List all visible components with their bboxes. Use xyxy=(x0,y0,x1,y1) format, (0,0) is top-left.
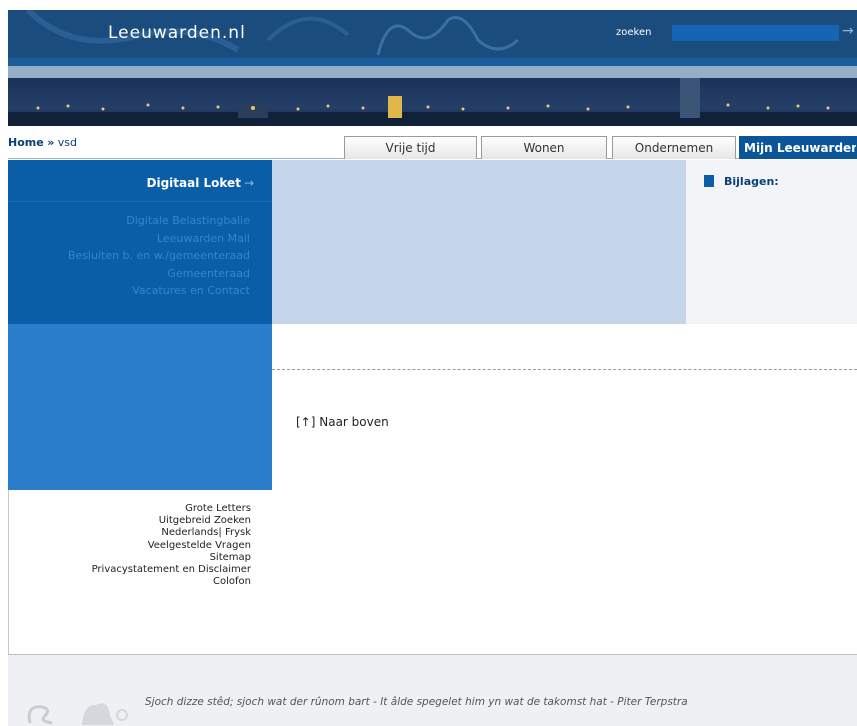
link-gemeenteraad[interactable]: Gemeenteraad xyxy=(68,265,250,283)
footer-quote: Sjoch dizze stêd; sjoch wat der rûnom ba… xyxy=(145,696,688,708)
page-footer: Sjoch dizze stêd; sjoch wat der rûnom ba… xyxy=(8,654,857,726)
header-stripe xyxy=(8,58,857,66)
breadcrumb-home-link[interactable]: Home xyxy=(8,136,44,149)
square-bullet-icon xyxy=(704,175,714,187)
city-skyline-banner xyxy=(8,78,857,126)
main-content-header xyxy=(272,160,686,324)
link-besluiten[interactable]: Besluiten b. en w./gemeenteraad xyxy=(68,247,250,265)
back-to-top-link[interactable]: [↑] Naar boven xyxy=(296,415,389,429)
header-stripe-light xyxy=(8,66,857,78)
utility-links: Grote Letters Uitgebreid Zoeken Nederlan… xyxy=(8,503,251,588)
link-sitemap[interactable]: Sitemap xyxy=(8,552,251,564)
digitaal-loket-title[interactable]: Digitaal Loket → xyxy=(147,176,255,190)
search-input[interactable] xyxy=(672,25,839,41)
city-emblem-icon xyxy=(27,703,128,725)
divider xyxy=(8,201,272,202)
site-logo[interactable]: Leeuwarden.nl xyxy=(108,23,246,43)
link-grote-letters[interactable]: Grote Letters xyxy=(8,503,251,515)
digitaal-loket-links: Digitale Belastingbalie Leeuwarden Mail … xyxy=(68,212,250,300)
arrow-right-icon: → xyxy=(243,176,254,190)
link-veelgestelde-vragen[interactable]: Veelgestelde Vragen xyxy=(8,540,251,552)
digitaal-loket-label: Digitaal Loket xyxy=(146,176,241,190)
digitaal-loket-panel: Digitaal Loket → Digitale Belastingbalie … xyxy=(8,160,272,324)
link-digitale-belastingbalie[interactable]: Digitale Belastingbalie xyxy=(68,212,250,230)
breadcrumb-current: vsd xyxy=(57,136,78,149)
link-uitgebreid-zoeken[interactable]: Uitgebreid Zoeken xyxy=(8,515,251,527)
tab-ondernemen[interactable]: Ondernemen xyxy=(612,136,736,159)
search-submit-arrow-icon[interactable]: → xyxy=(842,23,854,39)
link-colofon[interactable]: Colofon xyxy=(8,576,251,588)
tab-vrije-tijd[interactable]: Vrije tijd xyxy=(344,136,477,159)
site-header: Leeuwarden.nl zoeken → xyxy=(8,10,857,58)
link-privacy-disclaimer[interactable]: Privacystatement en Disclaimer xyxy=(8,564,251,576)
bijlagen-panel: Bijlagen: xyxy=(686,160,857,324)
content-divider xyxy=(272,369,857,370)
tab-wonen[interactable]: Wonen xyxy=(481,136,607,159)
breadcrumb-separator: » xyxy=(47,136,55,149)
tab-mijn-leeuwarden[interactable]: Mijn Leeuwarden xyxy=(739,136,857,159)
link-leeuwarden-mail[interactable]: Leeuwarden Mail xyxy=(68,230,250,248)
breadcrumb: Home » vsd xyxy=(8,136,77,149)
search-label: zoeken xyxy=(616,27,652,38)
bijlagen-title: Bijlagen: xyxy=(724,175,779,188)
sidebar-blue-block xyxy=(8,324,272,490)
page-border xyxy=(8,490,9,654)
link-language-switch[interactable]: Nederlands| Frysk xyxy=(8,527,251,539)
link-vacatures-contact[interactable]: Vacatures en Contact xyxy=(68,282,250,300)
